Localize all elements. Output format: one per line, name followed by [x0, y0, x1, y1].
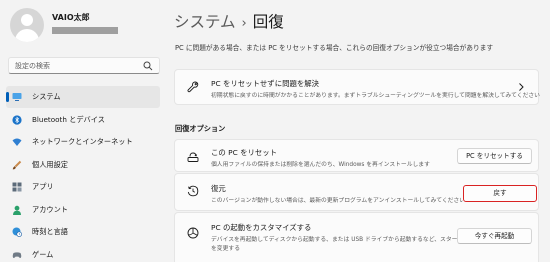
sidebar-item-gaming[interactable]: ゲーム	[6, 244, 160, 262]
sidebar-item-label: Bluetooth とデバイス	[32, 114, 105, 124]
go-back-subtitle: このバージョンが動作しない場合は、最新の更新プログラムをアンインストールしてみて…	[211, 198, 466, 204]
breadcrumb-parent[interactable]: システム	[174, 13, 236, 31]
reset-pc-title: この PC をリセット	[211, 148, 278, 157]
page-description: PC に問題がある場合、または PC をリセットする場合、これらの回復オプション…	[175, 44, 494, 52]
sidebar-item-personalization[interactable]: 個人用設定	[6, 154, 160, 176]
system-icon	[12, 93, 22, 101]
sidebar-item-accounts[interactable]: アカウント	[6, 199, 160, 221]
sidebar-item-system[interactable]: システム	[6, 86, 160, 108]
page-title: 回復	[252, 13, 284, 31]
advanced-startup-card: PC の起動をカスタマイズする デバイスを再起動してディスクから起動する、または…	[174, 212, 539, 262]
search-icon	[143, 61, 153, 71]
go-back-title: 復元	[211, 184, 226, 193]
reset-pc-icon	[187, 152, 199, 162]
recovery-options-heading: 回復オプション	[175, 124, 226, 133]
sidebar-item-apps[interactable]: アプリ	[6, 176, 160, 198]
go-back-button[interactable]: 戻す	[463, 185, 537, 202]
advanced-startup-subtitle-line1: デバイスを再起動してディスクから起動する、または USB ドライブから起動するな…	[211, 237, 493, 243]
sidebar-item-label: 時刻と言語	[32, 227, 68, 236]
globe-clock-icon	[12, 227, 22, 237]
sidebar-item-label: ゲーム	[32, 249, 54, 259]
reset-pc-subtitle: 個人用ファイルの保持または削除を選んだのち、Windows を再インストールしま…	[211, 162, 430, 168]
advanced-startup-icon	[187, 227, 199, 239]
sidebar-item-label: 個人用設定	[32, 159, 68, 169]
apps-icon	[12, 182, 22, 192]
history-icon	[187, 185, 199, 197]
user-profile[interactable]: VAIO太郎	[10, 8, 160, 42]
troubleshoot-subtitle: 初期状態に戻すのに時間がかかることがあります。まずトラブルシューティングツールを…	[211, 93, 540, 99]
sidebar-item-label: ネットワークとインターネット	[32, 137, 133, 146]
settings-search-input[interactable]: 設定の検索	[8, 57, 160, 74]
sidebar-item-bluetooth[interactable]: Bluetooth とデバイス	[6, 109, 160, 131]
gamepad-icon	[12, 251, 22, 258]
sidebar: VAIO太郎 設定の検索 システム Bluetooth とデバイス ネットワーク…	[0, 0, 168, 262]
bluetooth-icon	[12, 114, 22, 125]
reset-pc-button[interactable]: PC をリセットする	[457, 148, 532, 164]
wrench-icon	[187, 81, 199, 93]
user-name: VAIO太郎	[52, 13, 90, 22]
search-placeholder: 設定の検索	[15, 62, 50, 70]
advanced-startup-subtitle-line2: を変更する	[211, 246, 240, 252]
reset-pc-card: この PC をリセット 個人用ファイルの保持または削除を選んだのち、Window…	[174, 139, 539, 172]
sidebar-item-label: アカウント	[32, 204, 68, 214]
troubleshoot-card[interactable]: PC をリセットせずに問題を解決 初期状態に戻すのに時間がかかることがあります。…	[174, 69, 540, 105]
account-icon	[13, 205, 21, 215]
avatar	[10, 8, 44, 42]
breadcrumb: システム › 回復	[174, 10, 284, 32]
sidebar-item-time-language[interactable]: 時刻と言語	[6, 221, 160, 243]
sidebar-item-network[interactable]: ネットワークとインターネット	[6, 131, 160, 153]
sidebar-item-label: アプリ	[32, 182, 54, 191]
paintbrush-icon	[12, 160, 22, 169]
troubleshoot-title: PC をリセットせずに問題を解決	[211, 79, 320, 88]
advanced-startup-title: PC の起動をカスタマイズする	[211, 223, 312, 232]
restart-now-button[interactable]: 今すぐ再起動	[457, 228, 532, 244]
active-indicator	[6, 92, 9, 102]
account-email-redacted	[52, 27, 118, 34]
wifi-icon	[12, 138, 22, 146]
chevron-right-icon	[519, 83, 524, 91]
main-content: システム › 回復 PC に問題がある場合、または PC をリセットする場合、これら…	[168, 0, 550, 262]
breadcrumb-separator-icon: ›	[241, 16, 247, 31]
sidebar-nav: システム Bluetooth とデバイス ネットワークとインターネット 個人用設…	[6, 86, 160, 262]
sidebar-item-label: システム	[32, 92, 61, 101]
go-back-card: 復元 このバージョンが動作しない場合は、最新の更新プログラムをアンインストールし…	[174, 173, 539, 211]
